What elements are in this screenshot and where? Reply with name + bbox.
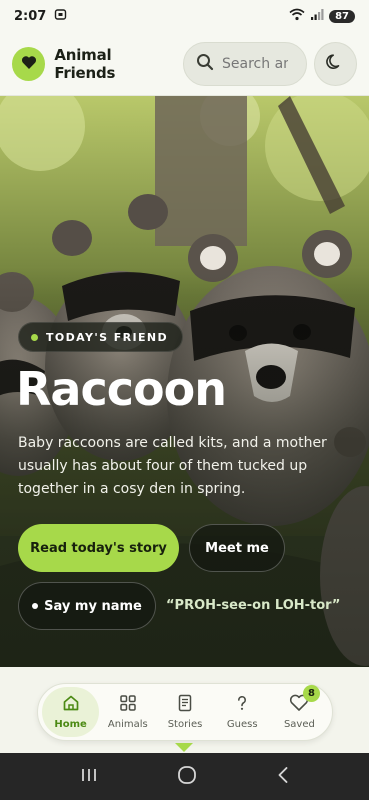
bottom-nav: Home Animals Stories Guess Saved 8 xyxy=(37,683,333,741)
system-nav-bar xyxy=(0,753,369,800)
nav-item-saved[interactable]: Saved 8 xyxy=(271,685,328,737)
search-icon xyxy=(196,53,214,75)
meet-me-button[interactable]: Meet me xyxy=(189,524,285,572)
question-icon xyxy=(233,694,251,716)
nav-pointer xyxy=(175,743,193,752)
battery-indicator: 87 xyxy=(329,10,355,23)
home-icon xyxy=(62,694,80,716)
read-story-button[interactable]: Read today's story xyxy=(18,524,179,572)
brand-title: Animal Friends xyxy=(54,46,116,82)
theme-toggle-button[interactable] xyxy=(313,42,357,86)
nav-item-stories[interactable]: Stories xyxy=(156,687,213,737)
app-header: Animal Friends xyxy=(0,33,369,96)
hero-title: Raccoon xyxy=(16,362,227,416)
nav-item-home[interactable]: Home xyxy=(42,687,100,737)
nav-label-home: Home xyxy=(54,719,87,730)
app-logo[interactable] xyxy=(12,47,46,81)
back-icon[interactable] xyxy=(276,766,290,788)
todays-friend-badge: TODAY'S FRIEND xyxy=(18,322,184,352)
say-my-name-label: Say my name xyxy=(44,598,142,614)
signal-icon xyxy=(310,8,324,25)
bottom-area: Home Animals Stories Guess Saved 8 xyxy=(0,667,369,753)
saved-count-badge: 8 xyxy=(303,685,321,702)
status-bar: 2:07 87 xyxy=(0,0,369,33)
hero-description: Baby raccoons are called kits, and a mot… xyxy=(18,435,327,497)
nav-item-guess[interactable]: Guess xyxy=(214,687,271,737)
nav-item-animals[interactable]: Animals xyxy=(99,687,156,737)
book-icon xyxy=(176,694,194,716)
hero-section: TODAY'S FRIEND Raccoon Baby raccoons are… xyxy=(0,96,369,667)
pronunciation-text: “PROH-see-on LOH-tor” xyxy=(166,598,341,613)
status-time: 2:07 xyxy=(14,9,47,24)
badge-dot xyxy=(31,333,38,341)
nav-label-guess: Guess xyxy=(226,719,258,730)
search-input[interactable] xyxy=(222,56,289,72)
recent-apps-icon[interactable] xyxy=(80,767,98,787)
nav-label-stories: Stories xyxy=(167,719,203,730)
badge-label: TODAY'S FRIEND xyxy=(46,330,169,344)
say-my-name-button[interactable]: Say my name xyxy=(18,582,156,630)
search-box[interactable] xyxy=(183,42,307,86)
wifi-icon xyxy=(289,8,305,25)
moon-icon xyxy=(326,53,344,75)
grid-icon xyxy=(119,694,137,716)
play-dot-icon xyxy=(32,603,39,609)
home-button-icon[interactable] xyxy=(177,765,197,789)
nav-label-animals: Animals xyxy=(107,719,148,730)
heart-icon xyxy=(21,55,37,74)
nav-label-saved: Saved xyxy=(283,719,315,730)
screenshot-icon xyxy=(54,8,67,25)
